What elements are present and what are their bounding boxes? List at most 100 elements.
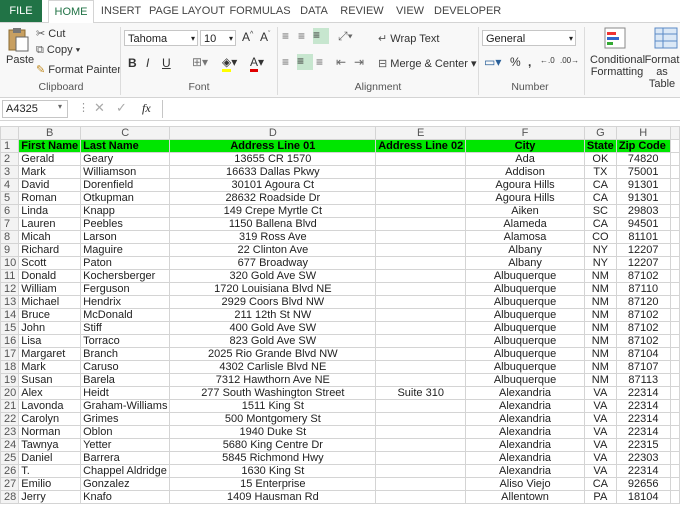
conditional-formatting-button[interactable]: Conditional Formatting	[590, 54, 645, 78]
cell[interactable]: 22314	[615, 399, 671, 413]
row-header[interactable]: 5	[0, 191, 20, 205]
format-as-table-button[interactable]: Format as Table	[644, 54, 680, 90]
column-header[interactable]: G	[583, 126, 617, 140]
cell[interactable]: 320 Gold Ave SW	[169, 269, 377, 283]
cell[interactable]: Oblon	[80, 425, 171, 439]
formula-input[interactable]	[162, 100, 680, 118]
select-all-corner[interactable]	[0, 126, 20, 140]
row-header[interactable]: 28	[0, 490, 20, 504]
cell[interactable]	[375, 451, 467, 465]
cell[interactable]: 1630 King St	[169, 464, 377, 478]
cell[interactable]: NM	[583, 334, 617, 348]
cell[interactable]	[669, 464, 680, 478]
cell[interactable]: Otkupman	[80, 191, 171, 205]
font-name-select[interactable]: Tahoma ▾	[124, 30, 198, 46]
cell[interactable]	[375, 295, 467, 309]
cell[interactable]	[669, 165, 680, 179]
cell[interactable]: 4302 Carlisle Blvd NE	[169, 360, 377, 374]
column-header[interactable]: D	[169, 126, 377, 140]
tab-page-layout[interactable]: PAGE LAYOUT	[148, 0, 226, 22]
row-header[interactable]: 6	[0, 204, 20, 218]
cell[interactable]: Norman	[18, 425, 82, 439]
cell[interactable]: 2929 Coors Blvd NW	[169, 295, 377, 309]
header-cell[interactable]: State	[583, 139, 617, 153]
cell[interactable]: 94501	[615, 217, 671, 231]
cell[interactable]: Caruso	[80, 360, 171, 374]
cell[interactable]: 277 South Washington Street	[169, 386, 377, 400]
column-header[interactable]: B	[18, 126, 82, 140]
merge-center-button[interactable]: ⊟ Merge & Center ▾	[378, 57, 477, 70]
row-header[interactable]: 19	[0, 373, 20, 387]
cell[interactable]: Williamson	[80, 165, 171, 179]
cell[interactable]: Alexandria	[465, 438, 585, 452]
cell[interactable]: 75001	[615, 165, 671, 179]
header-cell[interactable]: Last Name	[80, 139, 171, 153]
cell[interactable]	[375, 152, 467, 166]
cell[interactable]: NM	[583, 360, 617, 374]
decrease-indent-icon[interactable]: ⇤	[336, 55, 346, 69]
cell[interactable]: Alex	[18, 386, 82, 400]
column-header[interactable]	[669, 126, 680, 140]
cell[interactable]: Knafo	[80, 490, 171, 504]
column-header[interactable]: C	[80, 126, 171, 140]
cell[interactable]: 22314	[615, 412, 671, 426]
cell[interactable]: 319 Ross Ave	[169, 230, 377, 244]
cell[interactable]	[669, 204, 680, 218]
cell[interactable]	[669, 269, 680, 283]
cell[interactable]: 87102	[615, 321, 671, 335]
cell[interactable]: 92656	[615, 477, 671, 491]
cell[interactable]: 5680 King Centre Dr	[169, 438, 377, 452]
cell[interactable]: Maguire	[80, 243, 171, 257]
borders-icon[interactable]: ⊞▾	[192, 55, 208, 69]
cell[interactable]	[375, 165, 467, 179]
align-left-icon[interactable]: ≡	[282, 55, 289, 69]
header-cell[interactable]: Zip Code	[615, 139, 671, 153]
copy-button[interactable]: ⧉ Copy ▾	[36, 44, 80, 57]
cell[interactable]	[669, 308, 680, 322]
cell[interactable]: CA	[583, 477, 617, 491]
cell[interactable]	[375, 178, 467, 192]
cell[interactable]	[375, 334, 467, 348]
tab-file[interactable]: FILE	[0, 0, 42, 22]
row-header[interactable]: 8	[0, 230, 20, 244]
cell[interactable]	[375, 412, 467, 426]
cell[interactable]: Albany	[465, 256, 585, 270]
cell[interactable]	[375, 425, 467, 439]
cell[interactable]	[375, 373, 467, 387]
cell[interactable]: Torraco	[80, 334, 171, 348]
cell[interactable]: Alameda	[465, 217, 585, 231]
paste-label[interactable]: Paste	[6, 54, 34, 66]
cell[interactable]: 1720 Louisiana Blvd NE	[169, 282, 377, 296]
row-header[interactable]: 27	[0, 477, 20, 491]
cut-button[interactable]: ✂ Cut	[36, 27, 65, 40]
cell[interactable]	[669, 256, 680, 270]
cell[interactable]: Agoura Hills	[465, 191, 585, 205]
cell[interactable]	[669, 399, 680, 413]
row-header[interactable]: 21	[0, 399, 20, 413]
cell[interactable]: 149 Crepe Myrtle Ct	[169, 204, 377, 218]
cell[interactable]	[375, 217, 467, 231]
cell[interactable]: 13655 CR 1570	[169, 152, 377, 166]
cell[interactable]: VA	[583, 438, 617, 452]
tab-insert[interactable]: INSERT	[96, 0, 146, 22]
cell[interactable]: Carolyn	[18, 412, 82, 426]
bold-button[interactable]: B	[128, 56, 137, 70]
grow-font-icon[interactable]: A^	[242, 30, 253, 44]
fx-icon[interactable]: fx	[142, 101, 151, 116]
cell[interactable]: Gerald	[18, 152, 82, 166]
cell[interactable]: Donald	[18, 269, 82, 283]
cell[interactable]: Ada	[465, 152, 585, 166]
cell[interactable]: 87120	[615, 295, 671, 309]
cell[interactable]	[375, 360, 467, 374]
row-header[interactable]: 7	[0, 217, 20, 231]
cell[interactable]: Alamosa	[465, 230, 585, 244]
cell[interactable]: CA	[583, 217, 617, 231]
cell[interactable]: Micah	[18, 230, 82, 244]
cell[interactable]: Aliso Viejo	[465, 477, 585, 491]
cell[interactable]: PA	[583, 490, 617, 504]
cell[interactable]: Mark	[18, 360, 82, 374]
cell[interactable]: Albuquerque	[465, 360, 585, 374]
row-header[interactable]: 14	[0, 308, 20, 322]
cell[interactable]	[375, 191, 467, 205]
cell[interactable]: Chappel Aldridge	[80, 464, 171, 478]
